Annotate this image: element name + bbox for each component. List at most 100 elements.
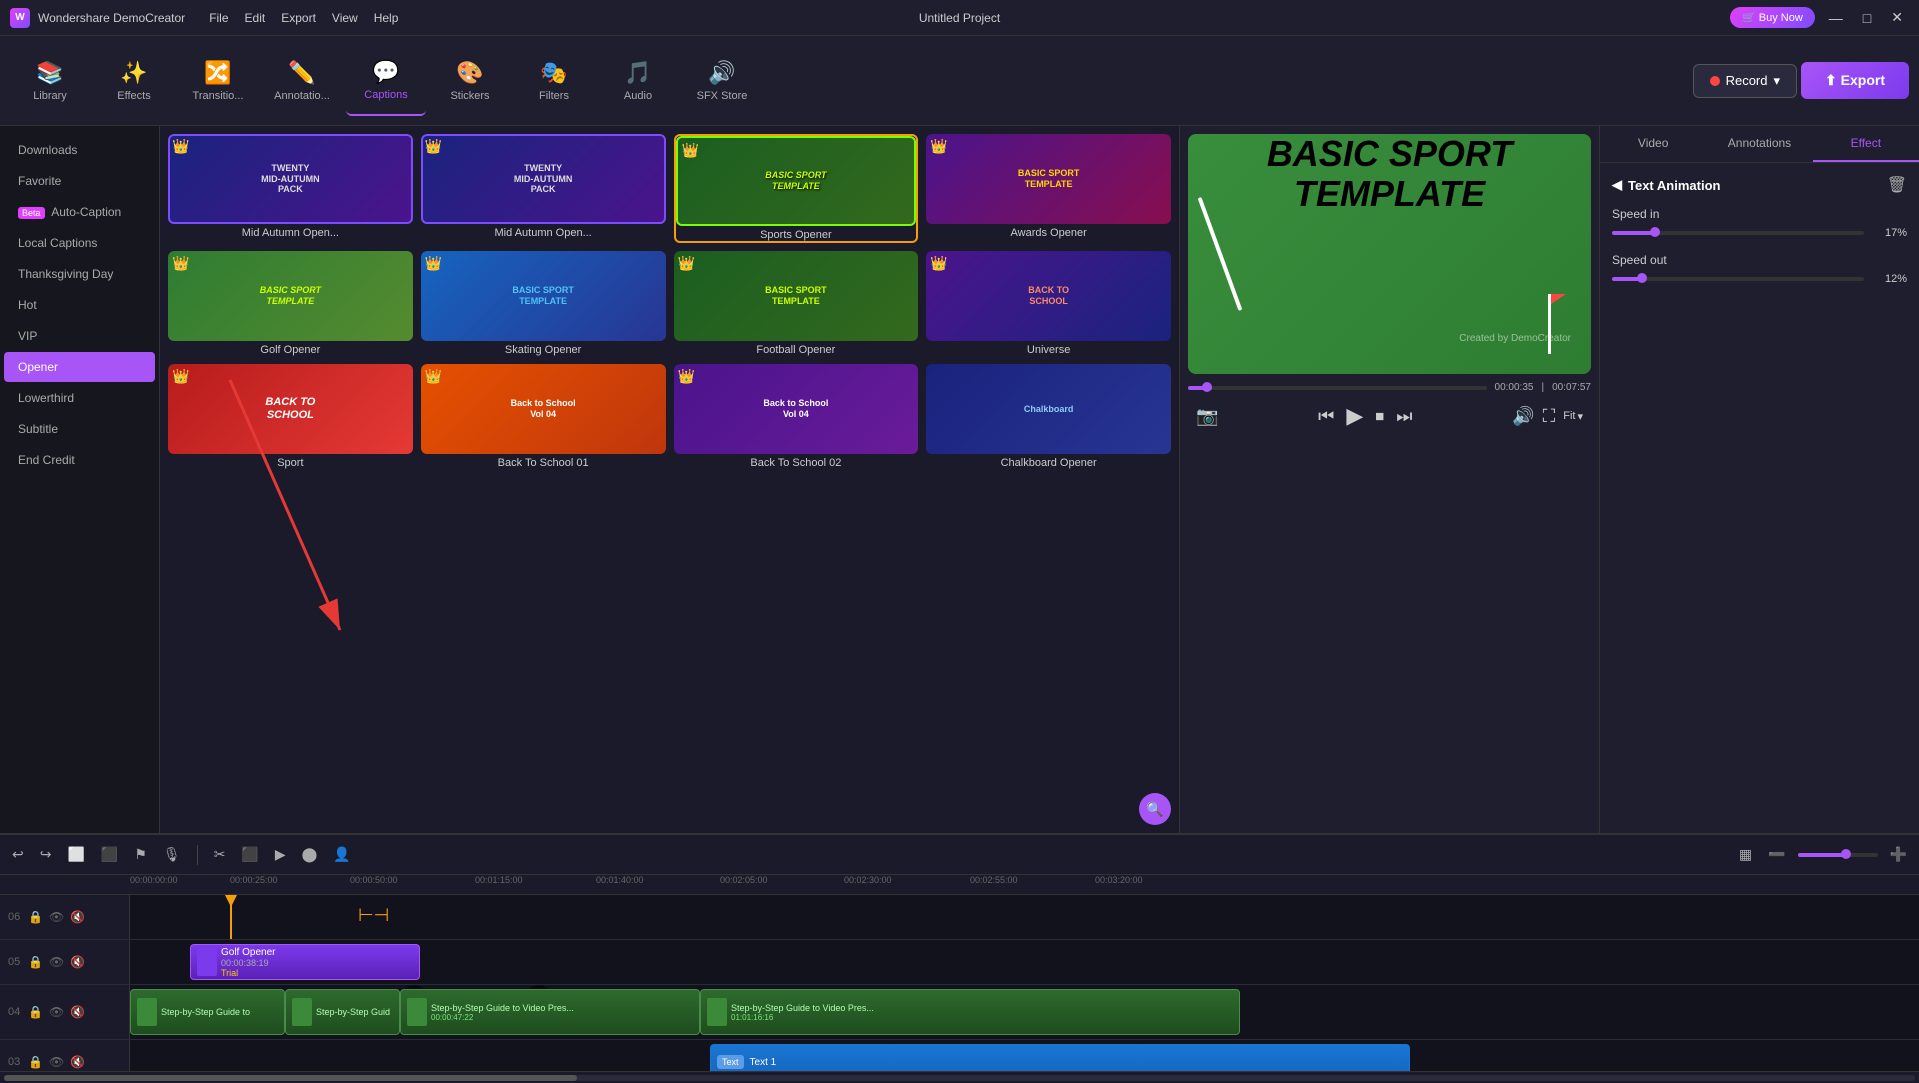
track-mute-05[interactable]: 🔇 [70, 955, 85, 969]
template-card-mid-autumn-1[interactable]: 👑 TWENTYMID-AUTUMNPACK Mid Autumn Open..… [168, 134, 413, 243]
export-button[interactable]: ⬆ Export [1801, 62, 1909, 99]
speed-in-slider[interactable] [1612, 231, 1864, 235]
prev-button[interactable]: ⏮ [1318, 406, 1334, 427]
ruler-mark-5: 00:02:05:00 [720, 875, 768, 885]
menu-help[interactable]: Help [374, 11, 399, 25]
search-button[interactable]: 🔍 [1139, 793, 1171, 825]
next-frame-button[interactable]: ⏭ [1396, 406, 1412, 427]
app-logo: W [10, 8, 30, 28]
track-eye-05[interactable]: 👁 [49, 955, 64, 969]
tab-video[interactable]: Video [1600, 126, 1706, 162]
toolbar-library[interactable]: 📚 Library [10, 46, 90, 116]
record-button[interactable]: Record ▾ [1693, 64, 1797, 98]
buy-now-button[interactable]: 🛒 Buy Now [1730, 7, 1815, 28]
clip-video-1[interactable]: Step-by-Step Guide to [130, 989, 285, 1035]
sidebar-item-lowerthird[interactable]: Lowerthird [4, 383, 155, 413]
sidebar-item-hot[interactable]: Hot [4, 290, 155, 320]
screenshot-button[interactable]: 📷 [1196, 406, 1218, 427]
undo-button[interactable]: ↩ [8, 842, 28, 867]
menu-view[interactable]: View [332, 11, 358, 25]
collapse-icon[interactable]: ◀ [1612, 177, 1622, 193]
template-card-back1[interactable]: 👑 Back to SchoolVol 04 Back To School 01 [421, 364, 666, 469]
track-lock-06[interactable]: 🔒 [28, 910, 43, 924]
clip-video-4[interactable]: Step-by-Step Guide to Video Pres... 01:0… [700, 989, 1240, 1035]
tl-btn-play[interactable]: ▶ [271, 842, 290, 867]
tl-btn-user[interactable]: 👤 [329, 842, 354, 867]
menu-edit[interactable]: Edit [245, 11, 266, 25]
zoom-out-button[interactable]: ➖ [1764, 842, 1789, 867]
sidebar-item-local-captions[interactable]: Local Captions [4, 228, 155, 258]
stop-button[interactable]: ⏹ [1375, 406, 1384, 427]
marker-button[interactable]: ⚑ [130, 842, 151, 867]
clip-thumb-v4 [707, 998, 727, 1026]
volume-button[interactable]: 🔊 [1512, 406, 1534, 427]
template-card-back2[interactable]: 👑 Back to SchoolVol 04 Back To School 02 [674, 364, 919, 469]
template-card-universe[interactable]: 👑 BACK TOSCHOOL Universe [926, 251, 1171, 356]
split-button[interactable]: ⬛ [97, 842, 122, 867]
template-card-sport[interactable]: 👑 BACK TOSCHOOL Sport [168, 364, 413, 469]
tab-effect[interactable]: Effect [1813, 126, 1919, 162]
redo-button[interactable]: ↪ [36, 842, 56, 867]
delete-effect-button[interactable]: 🗑 [1887, 175, 1907, 195]
sidebar-item-subtitle[interactable]: Subtitle [4, 414, 155, 444]
sidebar-item-thanksgiving[interactable]: Thanksgiving Day [4, 259, 155, 289]
track-mute-04[interactable]: 🔇 [70, 1005, 85, 1019]
toolbar-sfx[interactable]: 🔊 SFX Store [682, 46, 762, 116]
toolbar-transitions[interactable]: 🔀 Transitio... [178, 46, 258, 116]
scrollbar-track[interactable] [4, 1075, 1915, 1081]
template-card-football[interactable]: 👑 BASIC SPORTTEMPLATE Football Opener [674, 251, 919, 356]
sidebar-item-end-credit[interactable]: End Credit [4, 445, 155, 475]
play-button[interactable]: ▶ [1346, 403, 1363, 429]
toolbar-filters[interactable]: 🎭 Filters [514, 46, 594, 116]
sidebar-item-auto-caption[interactable]: Beta Auto-Caption [4, 197, 155, 227]
template-card-awards[interactable]: 👑 BASIC SPORTTEMPLATE Awards Opener [926, 134, 1171, 243]
menu-export[interactable]: Export [281, 11, 316, 25]
zoom-slider[interactable] [1798, 853, 1878, 857]
template-card-mid-autumn-2[interactable]: 👑 TWENTYMID-AUTUMNPACK Mid Autumn Open..… [421, 134, 666, 243]
zoom-in-button[interactable]: ➕ [1886, 842, 1911, 867]
tab-annotations[interactable]: Annotations [1706, 126, 1812, 162]
record-audio-button[interactable]: 🎙 [159, 842, 185, 867]
tl-btn-group[interactable]: ⬤ [298, 842, 322, 867]
clip-video-3[interactable]: Step-by-Step Guide to Video Pres... 00:0… [400, 989, 700, 1035]
fullscreen-button[interactable]: ⛶ [1543, 406, 1556, 427]
sidebar-item-vip[interactable]: VIP [4, 321, 155, 351]
menu-file[interactable]: File [209, 11, 228, 25]
fit-dropdown-button[interactable]: Fit ▾ [1563, 410, 1583, 423]
track-lock-05[interactable]: 🔒 [28, 955, 43, 969]
track-mute-03[interactable]: 🔇 [70, 1055, 85, 1069]
minimize-button[interactable]: — [1823, 10, 1849, 26]
toolbar-effects[interactable]: ✨ Effects [94, 46, 174, 116]
track-mute-06[interactable]: 🔇 [70, 910, 85, 924]
speed-out-slider[interactable] [1612, 277, 1864, 281]
toolbar-annotations[interactable]: ✏️ Annotatio... [262, 46, 342, 116]
template-card-sports[interactable]: 👑 BASIC SPORTTEMPLATE Sports Opener [674, 134, 919, 243]
clip-video-2[interactable]: Step-by-Step Guid [285, 989, 400, 1035]
track-lock-04[interactable]: 🔒 [28, 1005, 43, 1019]
sidebar-item-downloads[interactable]: Downloads [4, 135, 155, 165]
template-card-golf[interactable]: 👑 BASIC SPORTTEMPLATE Golf Opener [168, 251, 413, 356]
clip-thumb-v3 [407, 998, 427, 1026]
close-button[interactable]: ✕ [1885, 9, 1909, 26]
clip-text-1[interactable]: Text Text 1 [710, 1044, 1410, 1071]
grid-view-button[interactable]: ▦ [1735, 842, 1756, 867]
track-lock-03[interactable]: 🔒 [28, 1055, 43, 1069]
toolbar-captions[interactable]: 💬 Captions [346, 46, 426, 116]
track-eye-03[interactable]: 👁 [49, 1055, 64, 1069]
cut-button[interactable]: ✂ [210, 842, 230, 867]
tl-btn-3[interactable]: ⬜ [63, 842, 88, 867]
track-area-03: Text Text 1 [130, 1040, 1919, 1071]
track-eye-04[interactable]: 👁 [49, 1005, 64, 1019]
template-label-skating: Skating Opener [421, 344, 666, 356]
template-card-chalkboard[interactable]: Chalkboard Chalkboard Opener [926, 364, 1171, 469]
track-eye-06[interactable]: 👁 [49, 910, 64, 924]
timeline-slider[interactable] [1188, 386, 1487, 390]
template-card-skating[interactable]: 👑 BASIC SPORTTEMPLATE Skating Opener [421, 251, 666, 356]
maximize-button[interactable]: □ [1857, 10, 1877, 26]
sidebar-item-opener[interactable]: Opener [4, 352, 155, 382]
sidebar-item-favorite[interactable]: Favorite [4, 166, 155, 196]
tl-btn-extra[interactable]: ⬛ [237, 842, 262, 867]
clip-golf-opener[interactable]: Golf Opener 00:00:38:19 Trial [190, 944, 420, 980]
toolbar-stickers[interactable]: 🎨 Stickers [430, 46, 510, 116]
toolbar-audio[interactable]: 🎵 Audio [598, 46, 678, 116]
